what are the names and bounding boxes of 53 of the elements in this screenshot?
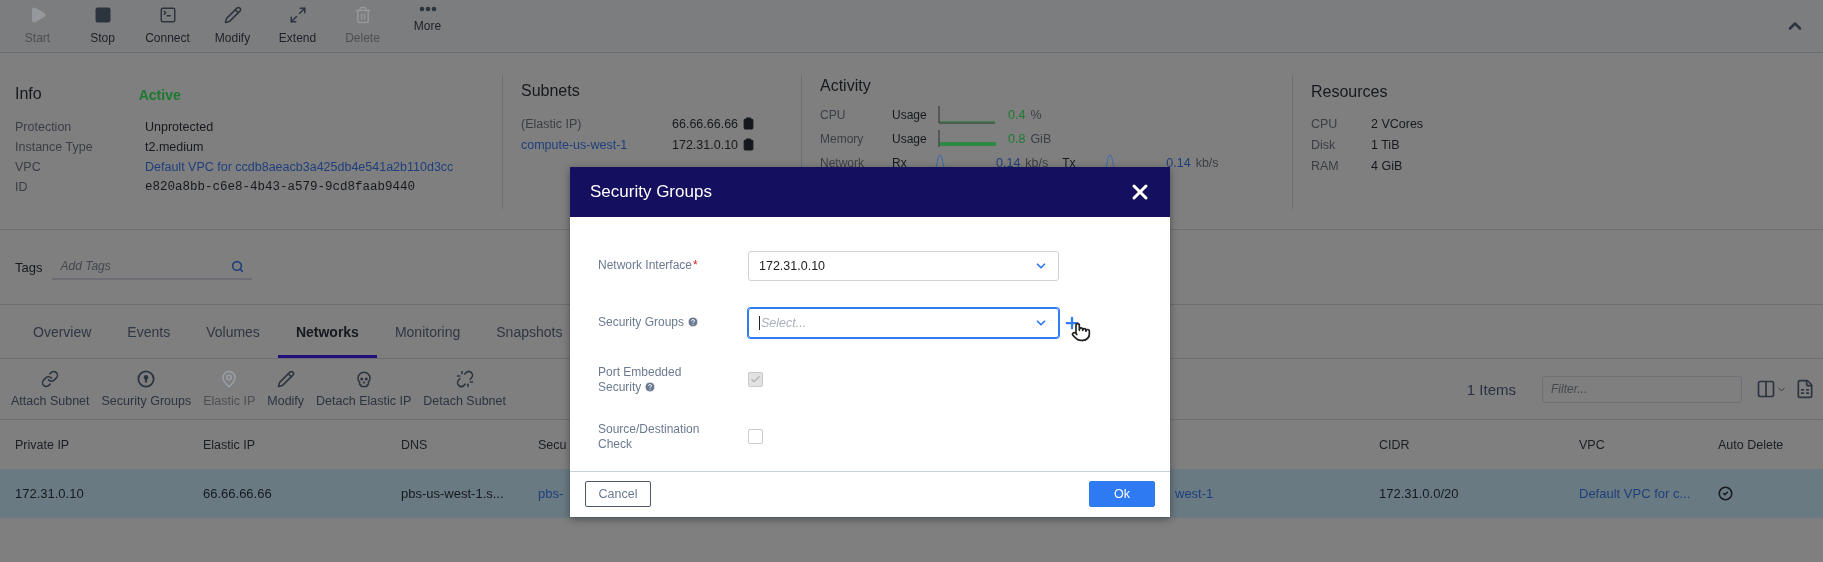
metric-measure: Rx xyxy=(892,156,908,170)
section-title: Activity xyxy=(820,77,871,95)
table-cell: 172.31.0.10 xyxy=(15,486,84,501)
metric-measure: Usage xyxy=(892,132,928,146)
table-cell: 66.66.66.66 xyxy=(203,486,272,501)
field-label: Security Groups xyxy=(598,315,722,330)
metric-unit: % xyxy=(1030,108,1042,122)
resource-label: RAM xyxy=(1311,158,1340,173)
field-label: Port Embedded Security xyxy=(598,364,683,395)
metric-label: Network xyxy=(820,156,865,170)
metric-unit: kb/s xyxy=(1195,156,1219,170)
column-header: Private IP xyxy=(15,437,70,452)
column-header: Secu xyxy=(538,437,567,452)
metric-label: CPU xyxy=(820,108,847,122)
metric-unit: GiB xyxy=(1030,132,1052,146)
metric-value: 0.8 xyxy=(1008,132,1026,146)
column-header: DNS xyxy=(401,437,428,452)
table-cell: pbs-us-west-1.s... xyxy=(401,486,504,501)
column-header: Auto Delete xyxy=(1718,437,1784,452)
dialog-title: Security Groups xyxy=(590,182,712,202)
metric-measure: Tx xyxy=(1062,156,1077,170)
metric-value: 0.14 xyxy=(1166,156,1191,170)
metric-measure: Usage xyxy=(892,108,928,122)
field-value: t2.medium xyxy=(145,140,204,154)
column-header: Elastic IP xyxy=(203,437,256,452)
tags-label: Tags xyxy=(15,259,43,275)
column-header: CIDR xyxy=(1379,437,1410,452)
resource-label: CPU xyxy=(1311,116,1339,131)
metric-value: 0.14 xyxy=(996,156,1021,170)
ip-address: 172.31.0.10 xyxy=(672,137,739,152)
section-title: Resources xyxy=(1311,83,1388,101)
column-header: VPC xyxy=(1579,437,1605,452)
ip-address: 66.66.66.66 xyxy=(672,116,739,131)
field-label: Source/Destination Check xyxy=(598,421,701,452)
resource-label: Disk xyxy=(1311,137,1337,152)
resource-value: 2 VCores xyxy=(1371,116,1424,131)
metric-unit: kb/s xyxy=(1025,156,1049,170)
section-title: Info xyxy=(15,85,42,103)
field-value: e820a8bb-c6e8-4b43-a579-9cd8faab9440 xyxy=(145,180,416,194)
field-label: VPC xyxy=(15,160,42,174)
field-label: Instance Type xyxy=(15,140,94,154)
resource-value: 4 GiB xyxy=(1371,158,1403,173)
item-count: 1 Items xyxy=(1466,380,1516,398)
table-cell: 172.31.0.0/20 xyxy=(1379,486,1459,501)
field-label: Network Interface* xyxy=(598,258,699,273)
field-label: ID xyxy=(15,180,29,194)
section-title: Subnets xyxy=(521,82,580,100)
status-label: Active xyxy=(138,87,181,103)
subnet-label: (Elastic IP) xyxy=(521,116,583,131)
field-label: Protection xyxy=(15,120,73,134)
resource-value: 1 TiB xyxy=(1371,137,1400,152)
metric-label: Memory xyxy=(820,132,865,146)
metric-value: 0.4 xyxy=(1008,108,1026,122)
